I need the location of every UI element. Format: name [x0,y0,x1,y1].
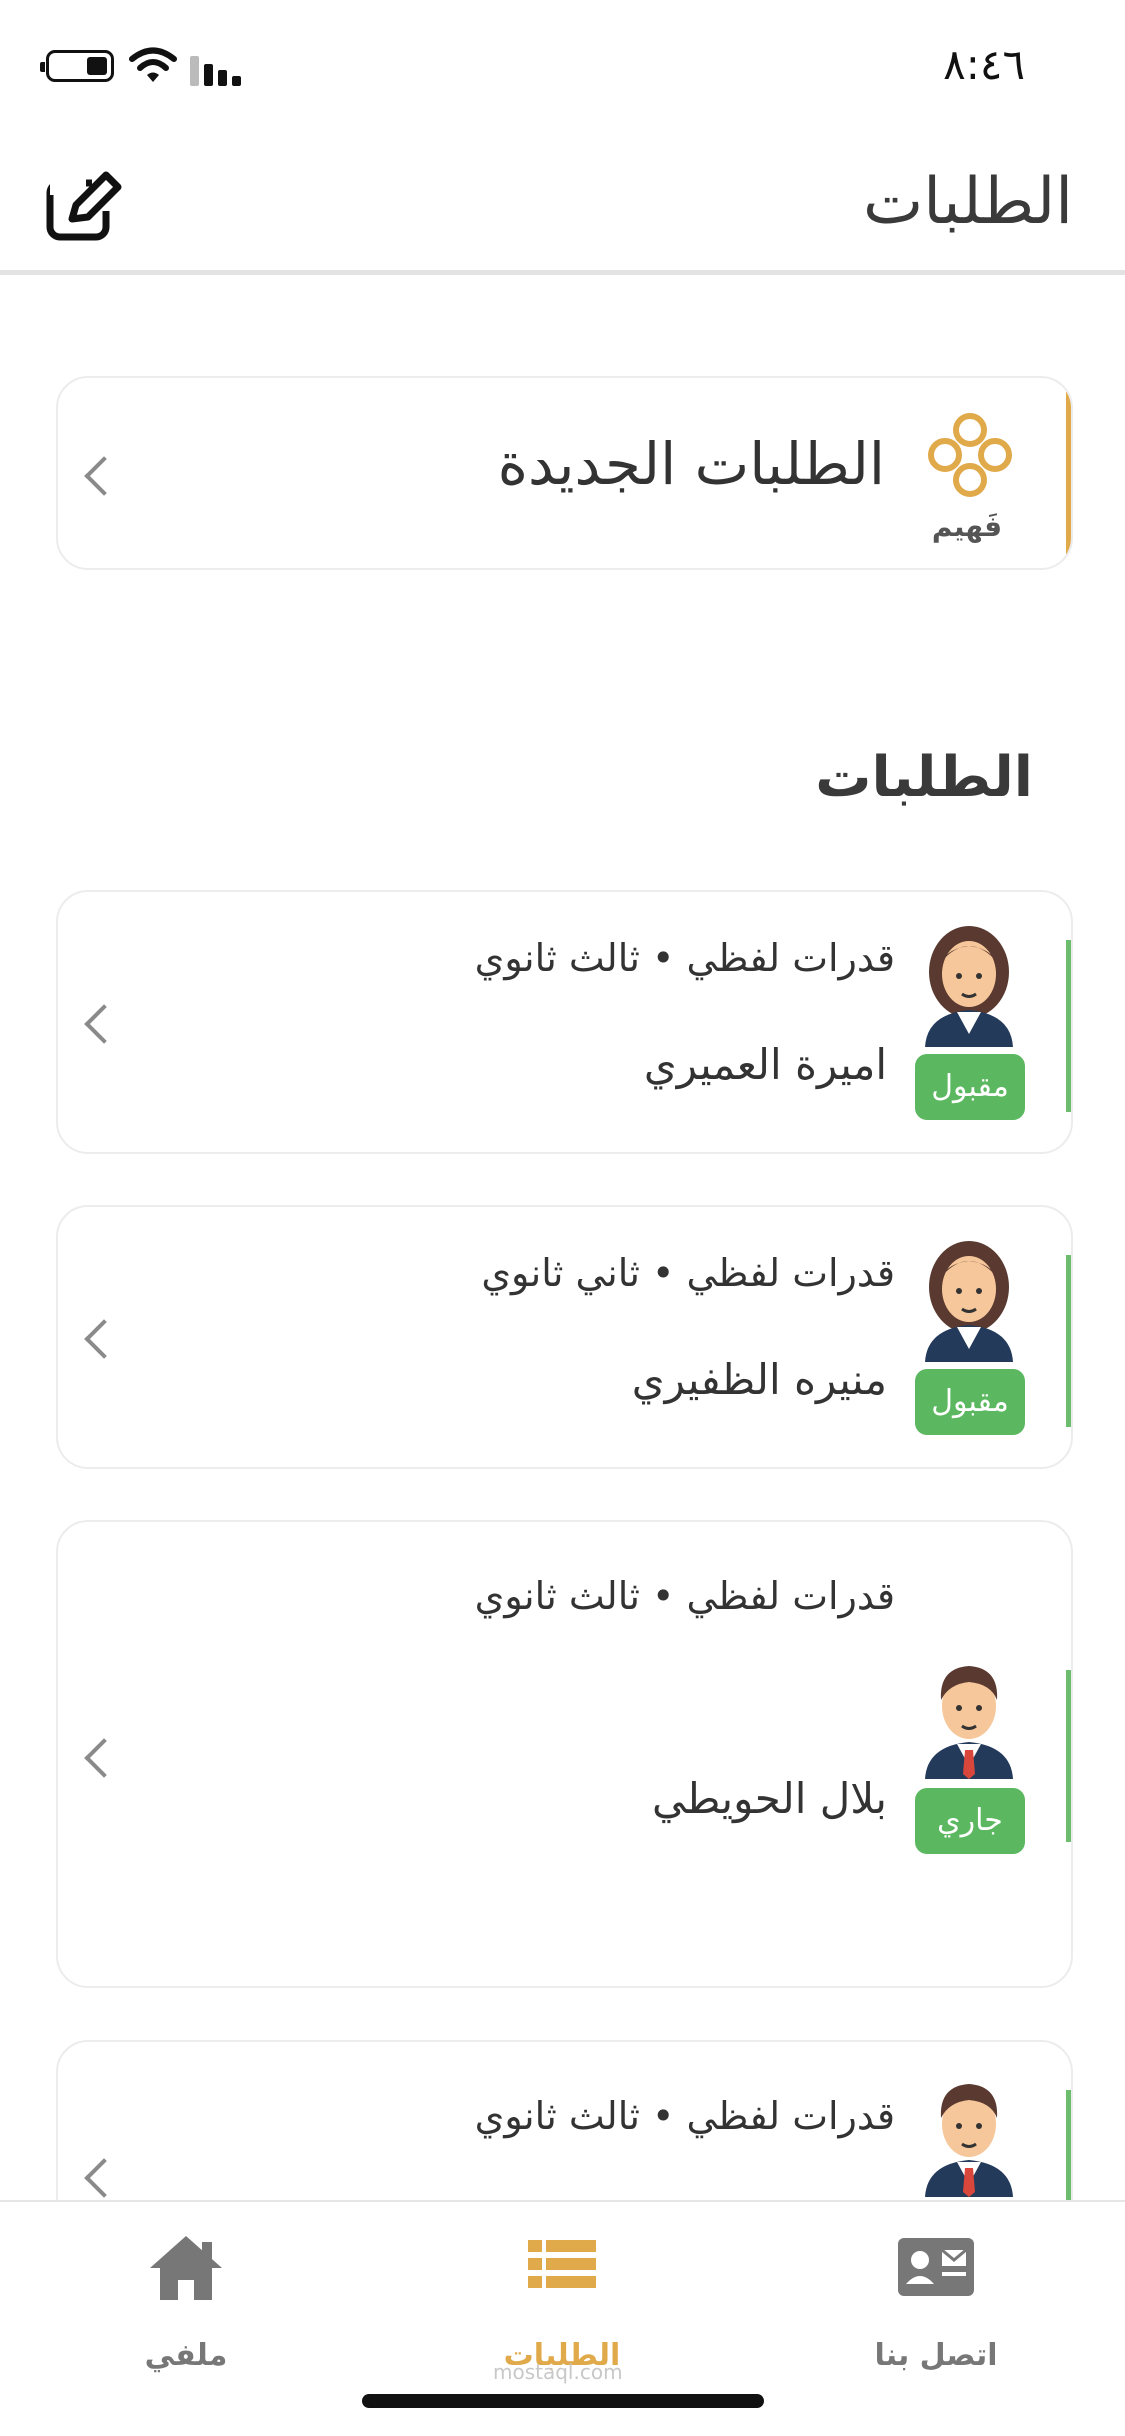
status-badge: مقبول [915,1369,1025,1435]
chevron-left-icon [84,1319,124,1359]
order-name: اميرة العميري [643,1040,887,1089]
page-title: الطلبات [862,165,1073,239]
male-avatar-icon [925,2084,1013,2197]
chevron-left-icon [84,1004,124,1044]
new-orders-card[interactable]: فَهيم الطلبات الجديدة [56,376,1073,570]
chevron-left-icon [84,1738,124,1778]
list-icon [528,2240,596,2288]
order-subject: قدرات لفظي • ثالث ثانوي [474,936,895,980]
status-time: ٨:٤٦ [943,40,1025,89]
logo-icon [928,413,1012,497]
logo-text: فَهيم [931,510,1003,543]
card-accent [1066,1255,1071,1427]
edit-icon[interactable] [46,171,124,241]
order-card[interactable]: مقبول قدرات لفظي • ثالث ثانوي اميرة العم… [56,890,1073,1154]
chevron-left-icon [84,2158,124,2198]
card-accent [1066,940,1071,1112]
status-bar: ٨:٤٦ [0,0,1125,135]
new-orders-title: الطلبات الجديدة [497,430,885,498]
tab-label: اتصل بنا [874,2338,998,2373]
order-subject: قدرات لفظي • ثالث ثانوي [474,1574,895,1618]
tab-profile[interactable]: ملفي [66,2232,306,2373]
tab-contact[interactable]: اتصل بنا [816,2232,1056,2373]
watermark: mostaql.com [493,2360,623,2384]
tab-orders[interactable]: الطلبات [442,2232,682,2373]
chevron-left-icon [84,456,124,496]
home-icon [150,2236,222,2300]
signal-icon [190,54,246,86]
battery-icon [40,50,114,82]
app-header: الطلبات [0,135,1125,275]
wifi-icon [129,47,177,82]
home-indicator [362,2394,764,2408]
fahim-logo: فَهيم [915,408,1025,543]
order-card[interactable]: جاري قدرات لفظي • ثالث ثانوي بلال الحويط… [56,1520,1073,1988]
card-accent [1066,1670,1071,1842]
section-title: الطلبات [815,745,1033,810]
female-avatar-icon [925,926,1013,1047]
order-subject: قدرات لفظي • ثالث ثانوي [474,2094,895,2138]
order-subject: قدرات لفظي • ثاني ثانوي [481,1251,895,1295]
contact-card-icon [898,2238,974,2296]
female-avatar-icon [925,1241,1013,1362]
status-badge: جاري [915,1788,1025,1854]
order-name: بلال الحويطي [651,1774,887,1823]
tab-label: ملفي [144,2338,228,2373]
male-avatar-icon [925,1666,1013,1779]
status-badge: مقبول [915,1054,1025,1120]
order-name: منيره الظفيري [631,1355,887,1404]
order-card[interactable]: مقبول قدرات لفظي • ثاني ثانوي منيره الظف… [56,1205,1073,1469]
